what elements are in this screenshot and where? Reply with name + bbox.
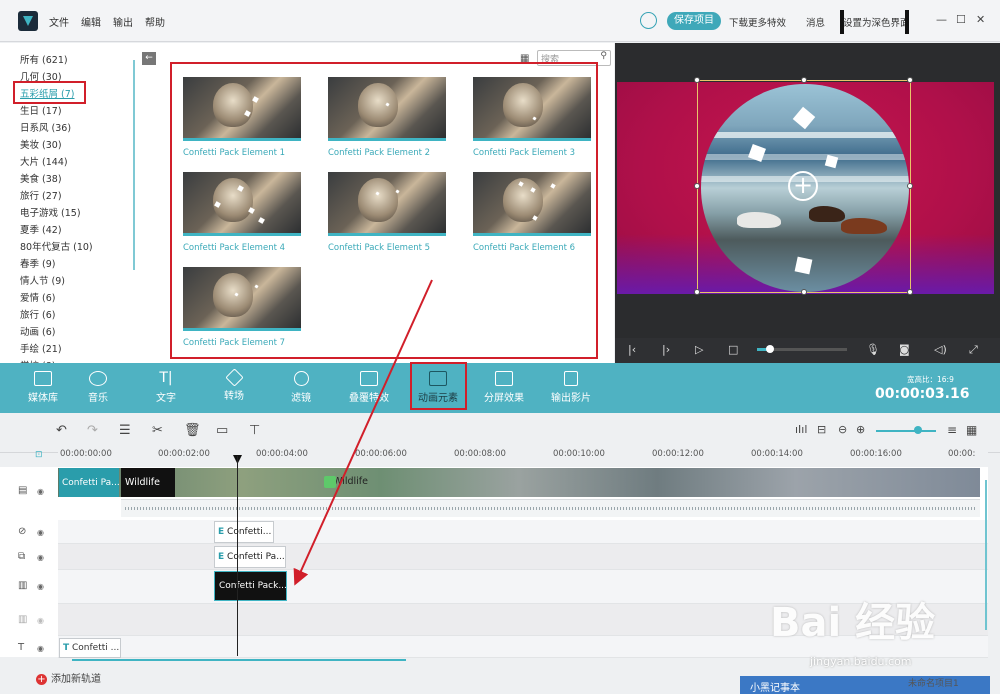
annotation-arrow bbox=[293, 279, 433, 586]
